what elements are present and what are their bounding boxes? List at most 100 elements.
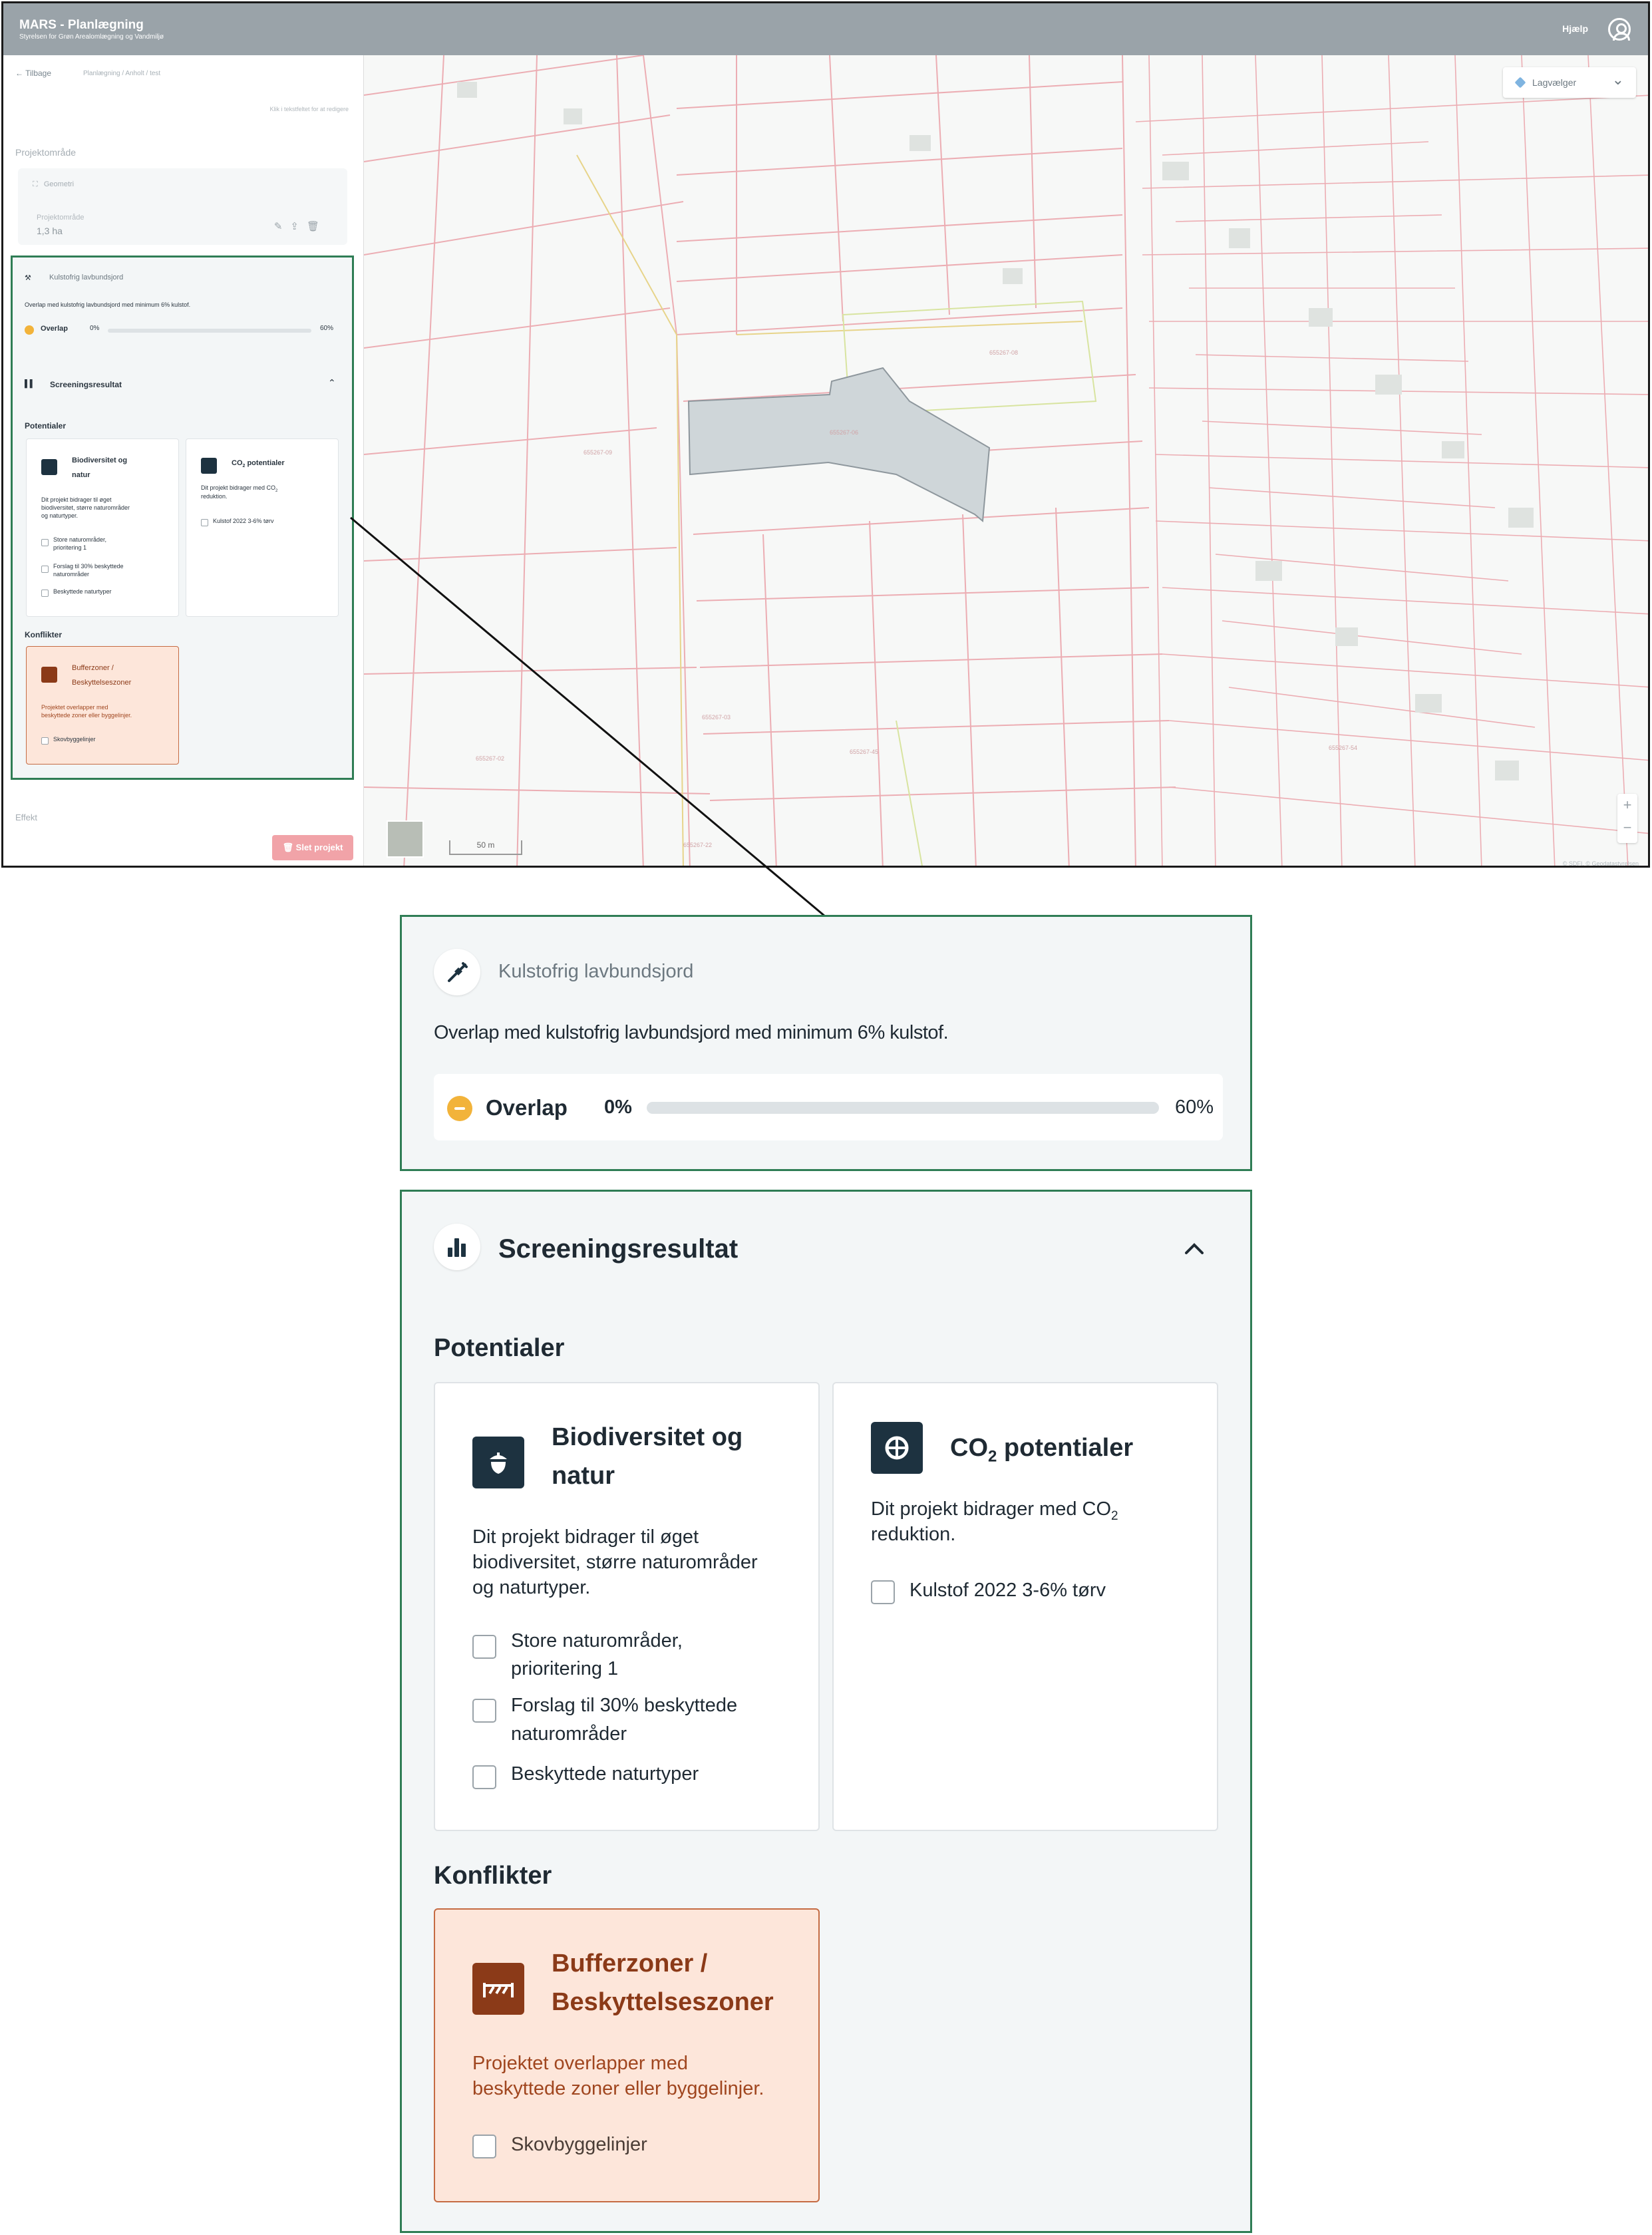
parcel-label: 655267-08 (989, 349, 1018, 356)
buffer-title-line1: Bufferzoner / (552, 1950, 708, 1977)
mini-screening-title[interactable]: Screeningsresultat (50, 380, 122, 389)
mini-buffer-card: Bufferzoner / Beskyttelseszoner Projekte… (26, 646, 179, 765)
kulstof-panel: Kulstofrig lavbundsjord Overlap med kuls… (400, 915, 1252, 1171)
mini-minus-icon (25, 325, 34, 335)
biodiversity-desc-1: Dit projekt bidrager til øget (472, 1526, 699, 1548)
geometry-box: ⛶ Geometri Projektområde 1,3 ha ✎⇪🗑 (18, 168, 347, 245)
mini-shovel-icon: ⚒ (25, 274, 31, 282)
mini-globe-icon (201, 458, 217, 474)
parcel-map[interactable]: 655267-09 655267-08 655267-06 655267-03 … (364, 55, 1650, 868)
layer-selector[interactable]: Lagvælger (1503, 65, 1636, 98)
checkbox-label: prioritering 1 (511, 1658, 619, 1679)
mini-co2-desc: Dit projekt bidrager med CO2 reduktion. (201, 484, 278, 500)
back-button[interactable]: ← Tilbage (15, 69, 51, 78)
buffer-desc-2: beskyttede zoner eller byggelinjer. (472, 2078, 764, 2099)
buffer-desc-1: Projektet overlapper med (472, 2053, 688, 2074)
acorn-icon (472, 1437, 524, 1488)
mini-bio-title-1: Biodiversitet og (72, 456, 128, 464)
chevron-up-icon[interactable] (1182, 1237, 1206, 1261)
mini-checkbox[interactable] (201, 519, 208, 526)
mini-chart-icon: ▌▌ (25, 380, 35, 388)
mini-checkbox[interactable] (41, 566, 49, 573)
app-title[interactable]: MARS - Planlægning (19, 18, 144, 33)
parcel-label: 655267-06 (830, 429, 858, 436)
mini-fence-icon (41, 667, 57, 683)
area-value: 1,3 ha (37, 226, 63, 236)
bar-chart-icon (447, 1238, 467, 1257)
app-subtitle: Styrelsen for Grøn Arealomlægning og Van… (19, 33, 164, 41)
biodiversity-title-line1: Biodiversitet og (552, 1423, 743, 1451)
mini-range-max: 60% (320, 325, 334, 332)
mini-kulstof-desc: Overlap med kulstofrig lavbundsjord med … (25, 301, 191, 308)
biodiversity-card: Biodiversitet og natur Dit projekt bidra… (434, 1382, 820, 1831)
help-link[interactable]: Hjælp (1562, 23, 1588, 34)
zoom-out-button[interactable]: − (1617, 816, 1637, 839)
zoom-controls[interactable]: + − (1617, 794, 1637, 843)
mini-buffer-item-1: Skovbyggelinjer (53, 736, 96, 743)
mini-bio-item-2b: naturområder (53, 571, 90, 578)
mini-overlap-label: Overlap (41, 325, 68, 333)
kulstof-title: Kulstofrig lavbundsjord (498, 961, 694, 982)
checkbox-beskyttede-naturtyper[interactable] (472, 1765, 496, 1789)
mini-buffer-desc-2: beskyttede zoner eller byggelinjer. (41, 712, 132, 719)
mini-buffer-desc-1: Projektet overlapper med (41, 704, 108, 711)
map-attribution: © SDFI, © Geodatastyrelsen (1562, 860, 1639, 867)
edit-hint: Klik i tekstfeltet for at redigere (269, 106, 349, 112)
fence-icon (472, 1963, 524, 2015)
overlap-progress-bar (647, 1102, 1159, 1114)
buffer-zones-card: Bufferzoner / Beskyttelseszoner Projekte… (434, 1908, 820, 2202)
checkbox-store-naturomrader[interactable] (472, 1635, 496, 1659)
effect-heading: Effekt (15, 812, 38, 822)
scale-bar: 50 m (449, 840, 522, 855)
sidebar: ← Tilbage Planlægning / Anholt / test Kl… (3, 55, 364, 866)
map-view[interactable]: 655267-09 655267-08 655267-06 655267-03 … (364, 55, 1650, 868)
co2-title: CO2 potentialer (950, 1434, 1134, 1466)
checkbox-label: Skovbyggelinjer (511, 2134, 647, 2155)
user-circle-icon[interactable] (1608, 18, 1631, 41)
chart-icon-circle (434, 1224, 480, 1270)
checkbox-label: Store naturområder, (511, 1630, 683, 1651)
basemap-thumbnail[interactable] (387, 820, 424, 858)
checkbox-label: Forslag til 30% beskyttede (511, 1695, 738, 1716)
breadcrumb[interactable]: Planlægning / Anholt / test (83, 70, 160, 77)
overlap-label: Overlap (486, 1095, 568, 1120)
buffer-title-line2: Beskyttelseszoner (552, 1988, 774, 2016)
zoom-in-button[interactable]: + (1617, 794, 1637, 816)
mini-kulstof-title: Kulstofrig lavbundsjord (49, 273, 124, 281)
geometry-actions[interactable]: ✎⇪🗑 (274, 220, 327, 232)
mini-co2-item-1: Kulstof 2022 3-6% tørv (213, 518, 274, 524)
mini-checkbox[interactable] (41, 539, 49, 546)
screening-panel: Screeningsresultat Potentialer Biodivers… (400, 1190, 1252, 2233)
mini-range-min: 0% (90, 325, 100, 332)
area-label: Projektområde (37, 214, 84, 222)
mini-chevron-up-icon[interactable]: ⌃ (328, 377, 336, 389)
co2-card: CO2 potentialer Dit projekt bidrager med… (832, 1382, 1218, 1831)
minus-circle-icon (447, 1096, 472, 1121)
mini-bio-desc-2: biodiversitet, større naturområder (41, 504, 130, 511)
checkbox-skovbyggelinjer[interactable] (472, 2135, 496, 2158)
mini-checkbox[interactable] (41, 590, 49, 597)
checkbox-forslag-30[interactable] (472, 1699, 496, 1723)
mini-buffer-title-2: Beskyttelseszoner (72, 679, 132, 687)
checkbox-label: naturområder (511, 1723, 627, 1745)
checkbox-kulstof-2022[interactable] (871, 1580, 895, 1604)
biodiversity-title-line2: natur (552, 1462, 615, 1490)
parcel-label: 655267-22 (683, 842, 712, 848)
overlap-box: Overlap 0% 60% (434, 1074, 1223, 1140)
mini-progress-bar (108, 329, 311, 333)
conflicts-heading: Konflikter (434, 1862, 552, 1890)
biodiversity-desc-3: og naturtyper. (472, 1577, 591, 1598)
top-bar: MARS - Planlægning Styrelsen for Grøn Ar… (3, 3, 1648, 55)
app-screenshot: MARS - Planlægning Styrelsen for Grøn Ar… (1, 1, 1650, 868)
mini-bio-item-1: Store naturområder, (53, 536, 107, 543)
mini-bio-desc-1: Dit projekt bidrager til øget (41, 496, 112, 503)
checkbox-label: Kulstof 2022 3-6% tørv (909, 1580, 1106, 1601)
screening-title[interactable]: Screeningsresultat (498, 1234, 738, 1264)
overlap-range-min: 0% (604, 1097, 632, 1118)
mini-checkbox[interactable] (41, 737, 49, 745)
mini-co2-title: CO2 potentialer (232, 459, 285, 469)
shovel-icon (448, 962, 468, 982)
delete-project-button[interactable]: 🗑 Slet projekt (272, 835, 353, 860)
mini-bio-item-1b: prioritering 1 (53, 544, 87, 551)
mini-screening-panel: Kulstofrig lavbundsjord ⚒ Overlap med ku… (11, 256, 354, 780)
